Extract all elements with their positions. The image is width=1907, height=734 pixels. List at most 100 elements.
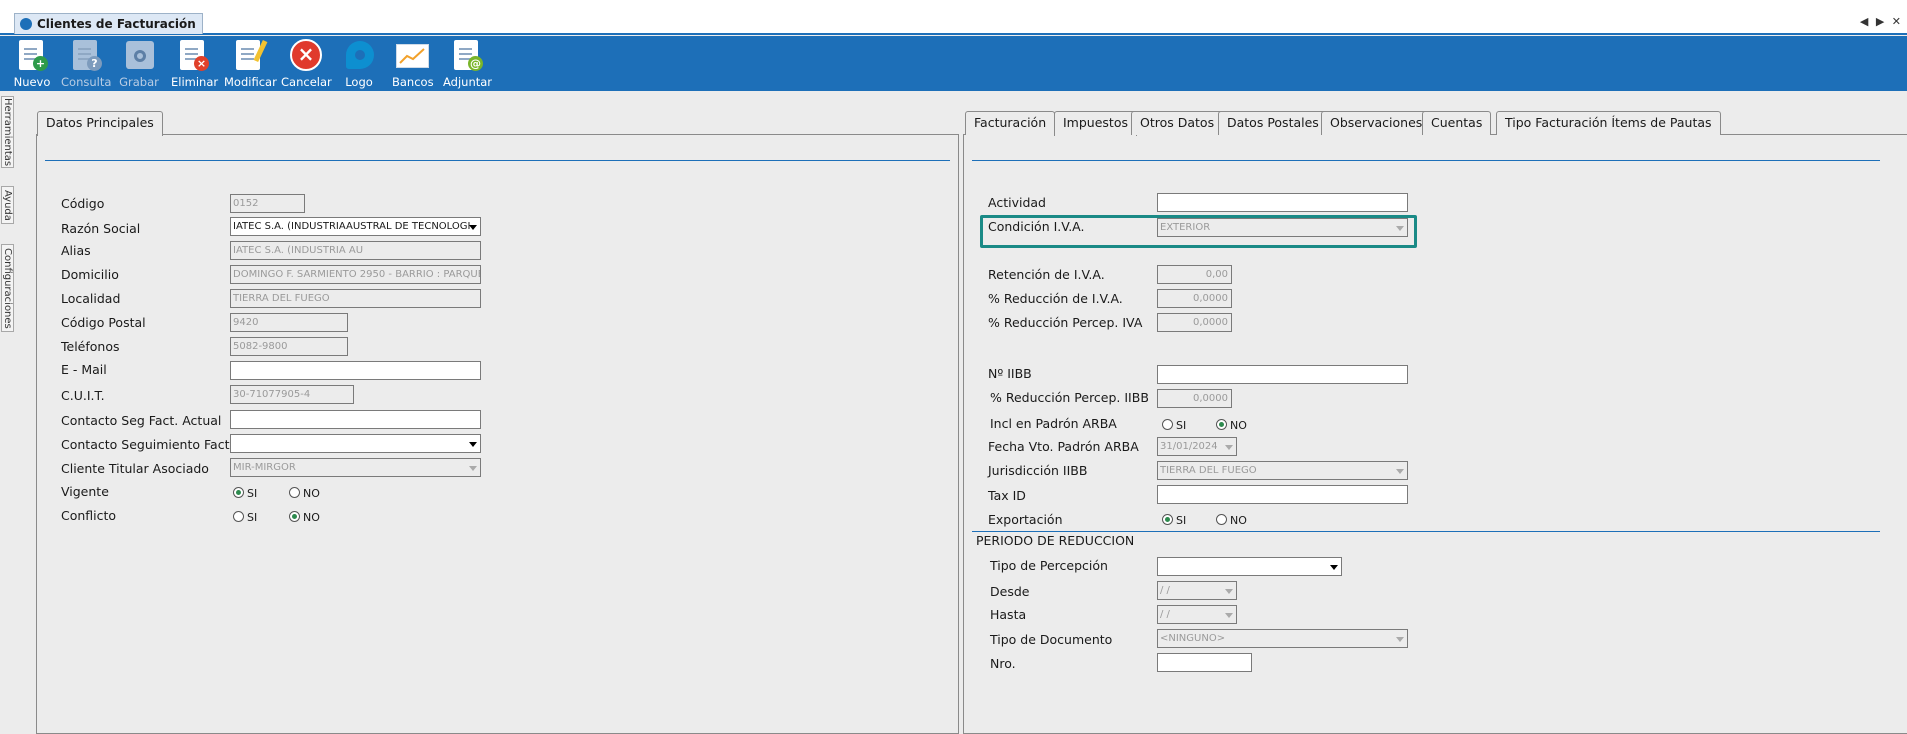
conflicto-si-radio[interactable]: SI <box>233 511 257 524</box>
label-codigo-postal: Código Postal <box>61 315 146 330</box>
label-reduccion-percep-iibb: % Reducción Percep. IIBB <box>990 390 1149 405</box>
telefonos-field[interactable]: 5082-9800 <box>230 337 348 356</box>
reduccion-percep-iva-field[interactable]: 0,0000 <box>1157 313 1232 332</box>
chevron-down-icon <box>469 466 477 471</box>
label-reduccion-percep-iva: % Reducción Percep. IVA <box>988 315 1143 330</box>
side-tab-ayuda[interactable]: Ayuda <box>1 186 14 224</box>
label-domicilio: Domicilio <box>61 267 119 282</box>
label-desde: Desde <box>990 584 1030 599</box>
conflicto-no-radio[interactable]: NO <box>289 511 320 524</box>
label-tipo-percepcion: Tipo de Percepción <box>990 558 1108 573</box>
logo-icon <box>342 38 376 72</box>
tab-navigation-arrows[interactable]: ◀ ▶ ✕ <box>1860 15 1903 28</box>
email-field[interactable] <box>230 361 481 380</box>
label-incl-padron-arba: Incl en Padrón ARBA <box>990 416 1117 431</box>
tipo-percepcion-select[interactable] <box>1157 557 1342 576</box>
document-tab[interactable]: Clientes de Facturación <box>14 13 203 34</box>
retencion-iva-field[interactable]: 0,00 <box>1157 265 1232 284</box>
vigente-no-radio[interactable]: NO <box>289 487 320 500</box>
exportacion-no-radio[interactable]: NO <box>1216 514 1247 527</box>
label-reduccion-iva: % Reducción de I.V.A. <box>988 291 1123 306</box>
new-document-icon: + <box>15 38 49 72</box>
label-nro-iibb: Nº IIBB <box>988 366 1032 381</box>
label-tipo-documento: Tipo de Documento <box>990 632 1113 647</box>
delete-document-icon: × <box>176 38 210 72</box>
label-vigente: Vigente <box>61 484 109 499</box>
razon-social-select[interactable]: IATEC S.A. (INDUSTRIAAUSTRAL DE TECNOLOG… <box>230 217 481 236</box>
codigo-field[interactable]: 0152 <box>230 194 305 213</box>
reduccion-iva-field[interactable]: 0,0000 <box>1157 289 1232 308</box>
tax-id-field[interactable] <box>1157 485 1408 504</box>
chevron-down-icon <box>469 225 477 230</box>
chevron-down-icon <box>469 442 477 447</box>
contacto-seg-actual-field[interactable] <box>230 410 481 429</box>
eliminar-button[interactable]: × Eliminar <box>171 38 218 89</box>
chevron-down-icon <box>1330 565 1338 570</box>
logo-button[interactable]: Logo <box>340 38 378 89</box>
nro-iibb-field[interactable] <box>1157 365 1408 384</box>
label-alias: Alias <box>61 243 91 258</box>
vigente-si-radio[interactable]: SI <box>233 487 257 500</box>
left-separator <box>45 160 950 161</box>
modificar-button[interactable]: Modificar <box>224 38 277 89</box>
tab-otros-datos[interactable]: Otros Datos <box>1131 111 1224 135</box>
top-strip <box>0 0 1907 12</box>
tab-facturacion[interactable]: Facturación <box>965 111 1056 135</box>
grabar-button[interactable]: Grabar <box>118 38 160 89</box>
query-document-icon: ? <box>69 38 103 72</box>
tab-tipo-facturacion-items[interactable]: Tipo Facturación Ítems de Pautas <box>1496 111 1721 135</box>
domicilio-field[interactable]: DOMINGO F. SARMIENTO 2950 - BARRIO : PAR… <box>230 265 481 284</box>
condicion-iva-highlight <box>980 215 1417 248</box>
reduccion-percep-iibb-field[interactable]: 0,0000 <box>1157 389 1232 408</box>
exportacion-si-radio[interactable]: SI <box>1162 514 1186 527</box>
chevron-down-icon <box>1225 589 1233 594</box>
codigo-postal-field[interactable]: 9420 <box>230 313 348 332</box>
nuevo-button[interactable]: + Nuevo <box>12 38 52 89</box>
attach-document-icon: @ <box>450 38 484 72</box>
side-tab-herramientas[interactable]: Herramientas <box>1 96 14 168</box>
desde-field[interactable]: / / <box>1157 581 1237 600</box>
localidad-field[interactable]: TIERRA DEL FUEGO <box>230 289 481 308</box>
document-tab-title: Clientes de Facturación <box>37 17 196 31</box>
left-panel <box>36 134 959 734</box>
contacto-seguimiento-select[interactable] <box>230 434 481 453</box>
cuit-field[interactable]: 30-71077905-4 <box>230 385 354 404</box>
jurisdiccion-iibb-select[interactable]: TIERRA DEL FUEGO <box>1157 461 1408 480</box>
label-exportacion: Exportación <box>988 512 1063 527</box>
tab-datos-principales[interactable]: Datos Principales <box>37 111 163 136</box>
alias-field[interactable]: IATEC S.A. (INDUSTRIA AU <box>230 241 481 260</box>
chart-icon <box>395 38 429 72</box>
app-icon <box>20 18 32 30</box>
consulta-button[interactable]: ? Consulta <box>61 38 111 89</box>
padron-arba-no-radio[interactable]: NO <box>1216 419 1247 432</box>
tab-cuentas[interactable]: Cuentas <box>1422 111 1492 135</box>
cancelar-button[interactable]: × Cancelar <box>281 38 332 89</box>
tipo-documento-select[interactable]: <NINGUNO> <box>1157 629 1408 648</box>
label-contacto-seg-actual: Contacto Seg Fact. Actual <box>61 413 222 428</box>
toolbar: + Nuevo ? Consulta Grabar × Eliminar Mod… <box>0 36 1907 91</box>
cancel-circle-icon: × <box>288 38 322 72</box>
label-nro: Nro. <box>990 656 1016 671</box>
adjuntar-button[interactable]: @ Adjuntar <box>443 38 492 89</box>
bancos-button[interactable]: Bancos <box>392 38 434 89</box>
label-hasta: Hasta <box>990 607 1027 622</box>
tab-observaciones[interactable]: Observaciones <box>1321 111 1432 135</box>
chevron-down-icon <box>1396 469 1404 474</box>
padron-arba-si-radio[interactable]: SI <box>1162 419 1186 432</box>
periodo-title: PERIODO DE REDUCCION <box>976 533 1135 548</box>
side-tab-configuraciones[interactable]: Configuraciones <box>1 244 14 332</box>
label-actividad: Actividad <box>988 195 1046 210</box>
label-fecha-vto-padron: Fecha Vto. Padrón ARBA <box>988 439 1139 454</box>
tab-impuestos[interactable]: Impuestos <box>1054 111 1137 136</box>
label-cuit: C.U.I.T. <box>61 388 105 403</box>
label-jurisdiccion-iibb: Jurisdicción IIBB <box>988 463 1088 478</box>
hasta-field[interactable]: / / <box>1157 605 1237 624</box>
label-telefonos: Teléfonos <box>61 339 120 354</box>
nro-field[interactable] <box>1157 653 1252 672</box>
cliente-titular-select[interactable]: MIR-MIRGOR <box>230 458 481 477</box>
label-cliente-titular: Cliente Titular Asociado <box>61 461 209 476</box>
label-tax-id: Tax ID <box>988 488 1026 503</box>
tab-datos-postales[interactable]: Datos Postales <box>1218 111 1328 135</box>
fecha-vto-padron-field[interactable]: 31/01/2024 <box>1157 437 1237 456</box>
actividad-field[interactable] <box>1157 193 1408 212</box>
